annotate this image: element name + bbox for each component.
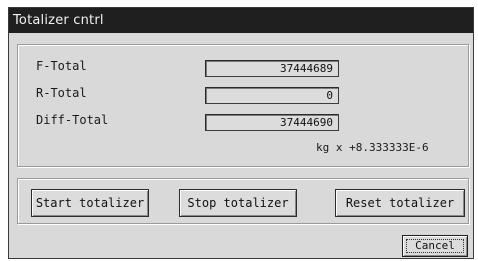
cancel-button[interactable]: Cancel <box>402 235 468 257</box>
totalizer-control-window: Totalizer cntrl F-Total 37444689 R-Total… <box>8 7 474 259</box>
reset-totalizer-button[interactable]: Reset totalizer <box>335 189 465 217</box>
start-totalizer-button[interactable]: Start totalizer <box>31 189 149 217</box>
r-total-value: 0 <box>205 87 339 104</box>
diff-total-label: Diff-Total <box>36 113 109 127</box>
stop-totalizer-button[interactable]: Stop totalizer <box>179 189 297 217</box>
f-total-label: F-Total <box>36 59 87 73</box>
window-title: Totalizer cntrl <box>9 8 473 33</box>
f-total-value: 37444689 <box>205 60 339 77</box>
units-label: kg x +8.333333E-6 <box>316 141 429 154</box>
diff-total-value: 37444690 <box>205 114 339 131</box>
cancel-button-label: Cancel <box>415 239 455 252</box>
r-total-label: R-Total <box>36 86 87 100</box>
